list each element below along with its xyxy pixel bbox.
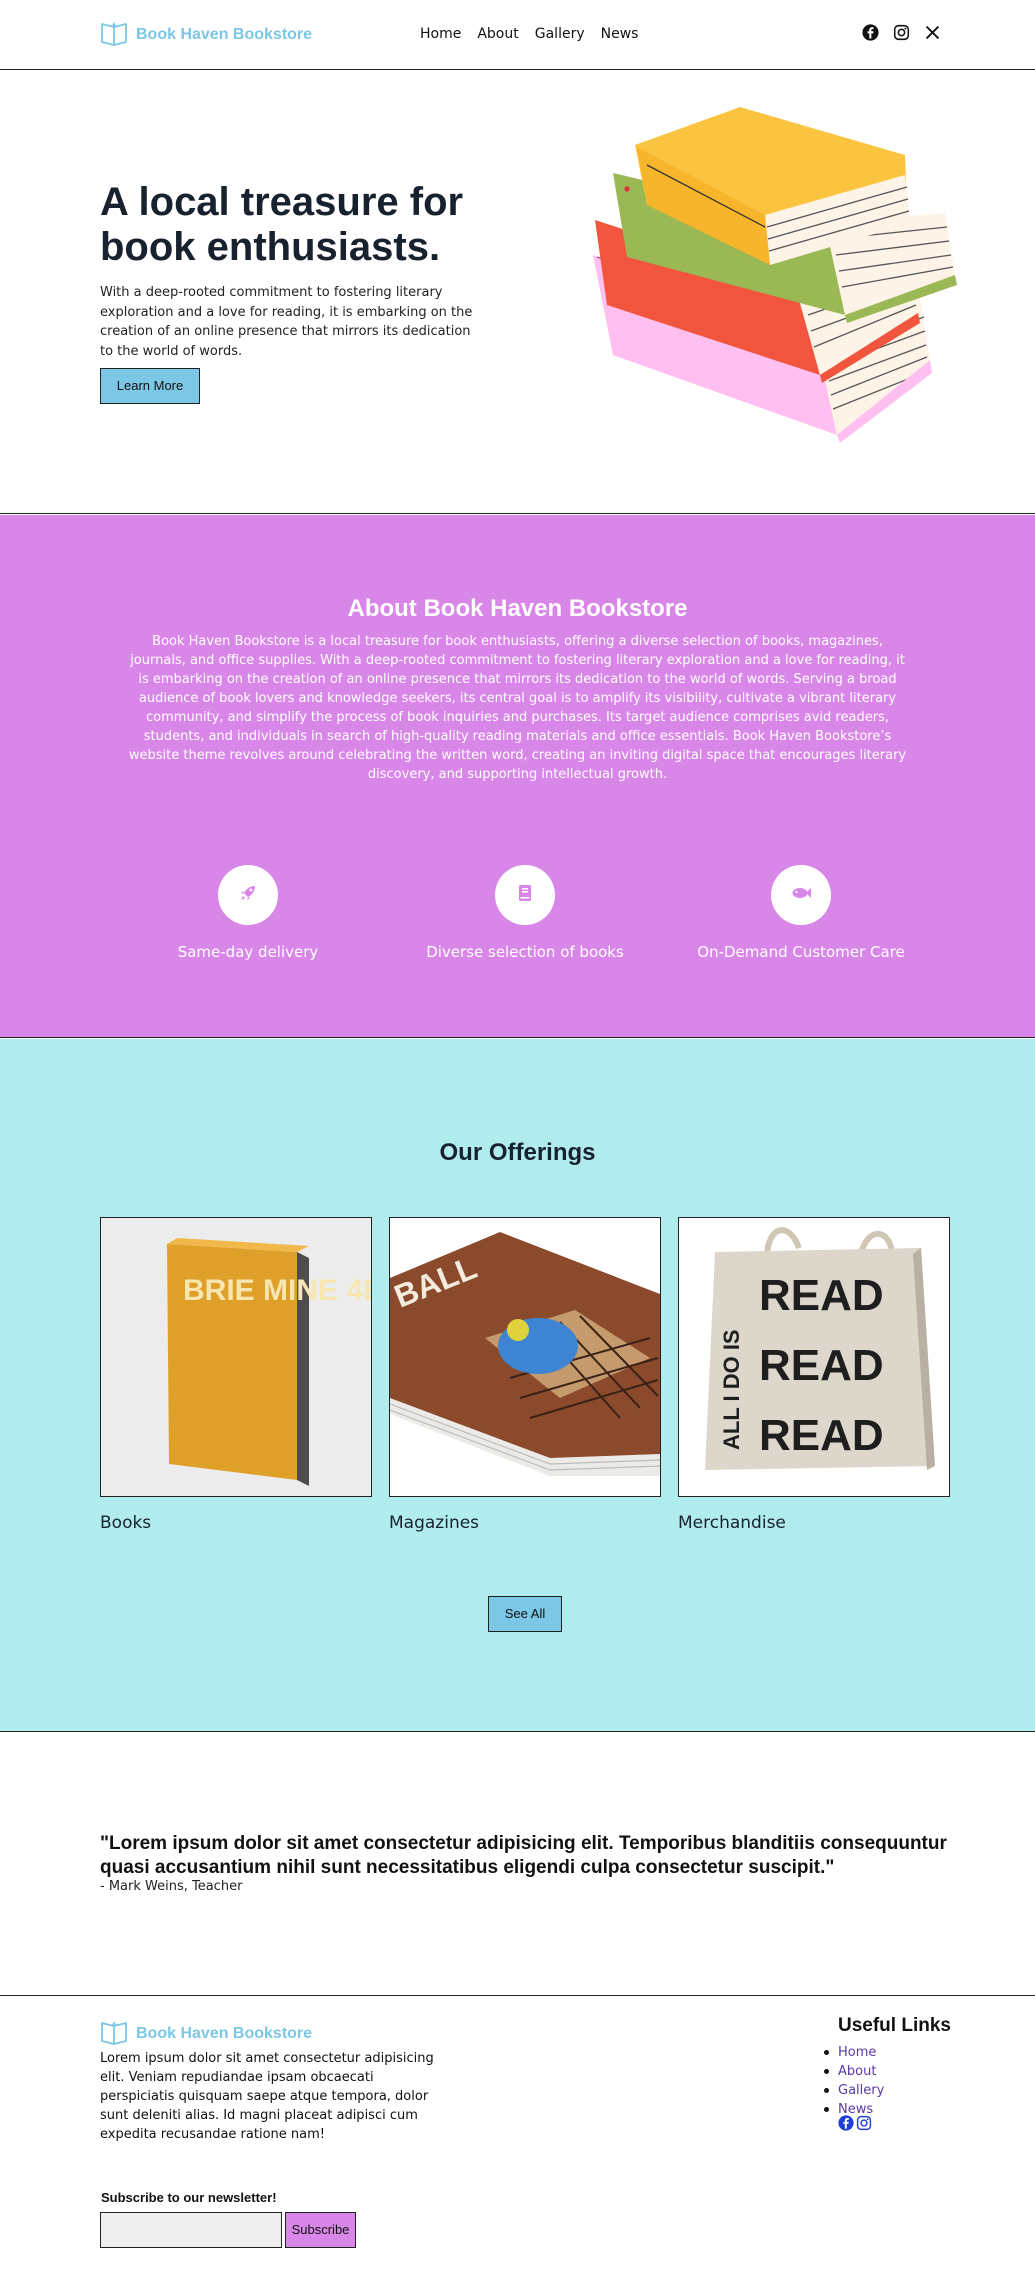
books-image: BRIE MINE 4EVER: [100, 1217, 372, 1497]
open-book-icon: [100, 20, 128, 50]
about-title: About Book Haven Bookstore: [347, 595, 688, 622]
testimonial-author: - Mark Weins, Teacher: [100, 1879, 243, 1894]
useful-links-list: Home About Gallery News: [824, 2043, 951, 2119]
about-text: Book Haven Bookstore is a local treasure…: [128, 634, 907, 782]
tote-cover-text: READ READ READ: [759, 1271, 884, 1460]
rocket-icon: [238, 883, 258, 907]
card-label: Merchandise: [678, 1513, 786, 1533]
newsletter-label: Subscribe to our newsletter!: [101, 2190, 277, 2205]
feature-same-day-delivery: Same-day delivery: [118, 865, 378, 961]
learn-more-button[interactable]: Learn More: [100, 368, 200, 404]
testimonial-quote: "Lorem ipsum dolor sit amet consectetur …: [100, 1833, 947, 1878]
newsletter-email-input[interactable]: [100, 2212, 282, 2248]
offering-card-magazines[interactable]: BALL Magazines: [389, 1217, 661, 1533]
merchandise-image: READ READ READ ALL I DO IS: [678, 1217, 950, 1497]
footer: Book Haven Bookstore Lorem ipsum dolor s…: [0, 1997, 1035, 2270]
hero-section: A local treasure for book enthusiasts. W…: [0, 70, 1035, 514]
hero-title: A local treasure for book enthusiasts.: [100, 180, 464, 269]
svg-text:READ: READ: [759, 1341, 884, 1390]
instagram-icon[interactable]: [856, 2115, 872, 2135]
card-label: Books: [100, 1513, 152, 1533]
nav-link-home[interactable]: Home: [420, 26, 461, 42]
nav-link-about[interactable]: About: [477, 26, 518, 42]
feature-icon-circle: [495, 865, 555, 925]
feature-label: Diverse selection of books: [426, 943, 624, 961]
feature-label: On-Demand Customer Care: [697, 943, 905, 961]
feature-diverse-selection: Diverse selection of books: [395, 865, 655, 961]
about-section: About Book Haven Bookstore Book Haven Bo…: [0, 515, 1035, 1038]
fish-icon: [790, 885, 812, 905]
nav-links: Home About Gallery News: [420, 26, 638, 42]
see-all-button[interactable]: See All: [488, 1596, 562, 1632]
subscribe-button[interactable]: Subscribe: [285, 2212, 356, 2248]
footer-brand-name: Book Haven Bookstore: [136, 2025, 313, 2042]
offering-card-merchandise[interactable]: READ READ READ ALL I DO IS Merchandise: [678, 1217, 950, 1533]
book-cover-text: BRIE MINE 4EVER: [183, 1274, 371, 1307]
nav-social: [862, 24, 941, 45]
feature-label: Same-day delivery: [177, 943, 319, 961]
facebook-icon[interactable]: [862, 24, 879, 45]
x-icon[interactable]: [924, 24, 941, 45]
brand-link[interactable]: Book Haven Bookstore: [100, 20, 312, 50]
svg-text:READ: READ: [759, 1411, 884, 1460]
footer-link-gallery[interactable]: Gallery: [824, 2081, 951, 2100]
nav-link-gallery[interactable]: Gallery: [535, 26, 585, 42]
offerings-section: Our Offerings BRIE MINE 4EVER Books: [0, 1039, 1035, 1732]
footer-text: Lorem ipsum dolor sit amet consectetur a…: [100, 2051, 434, 2142]
footer-brand[interactable]: Book Haven Bookstore: [100, 2019, 312, 2049]
instagram-icon[interactable]: [893, 24, 910, 45]
svg-text:READ: READ: [759, 1271, 884, 1320]
facebook-icon[interactable]: [838, 2115, 854, 2135]
footer-link-home[interactable]: Home: [824, 2043, 951, 2062]
navbar: Book Haven Bookstore Home About Gallery …: [0, 0, 1035, 70]
magazines-image: BALL: [389, 1217, 661, 1497]
svg-text:ALL I DO IS: ALL I DO IS: [719, 1329, 744, 1450]
card-label: Magazines: [389, 1513, 480, 1533]
testimonial-section: "Lorem ipsum dolor sit amet consectetur …: [0, 1733, 1035, 1996]
feature-icon-circle: [771, 865, 831, 925]
hero-text: With a deep-rooted commitment to fosteri…: [100, 285, 473, 359]
footer-social: [838, 2115, 872, 2135]
offerings-title: Our Offerings: [439, 1139, 596, 1166]
open-book-icon: [100, 2019, 128, 2049]
feature-icon-circle: [218, 865, 278, 925]
book-icon: [515, 883, 535, 907]
brand-name: Book Haven Bookstore: [136, 26, 313, 43]
useful-links-title: Useful Links: [838, 2015, 951, 2036]
feature-customer-care: On-Demand Customer Care: [671, 865, 931, 961]
footer-link-about[interactable]: About: [824, 2062, 951, 2081]
book-stack-illustration: [575, 105, 965, 475]
nav-link-news[interactable]: News: [601, 26, 639, 42]
offering-card-books[interactable]: BRIE MINE 4EVER Books: [100, 1217, 372, 1533]
useful-links: Useful Links Home About Gallery News: [824, 2015, 951, 2119]
